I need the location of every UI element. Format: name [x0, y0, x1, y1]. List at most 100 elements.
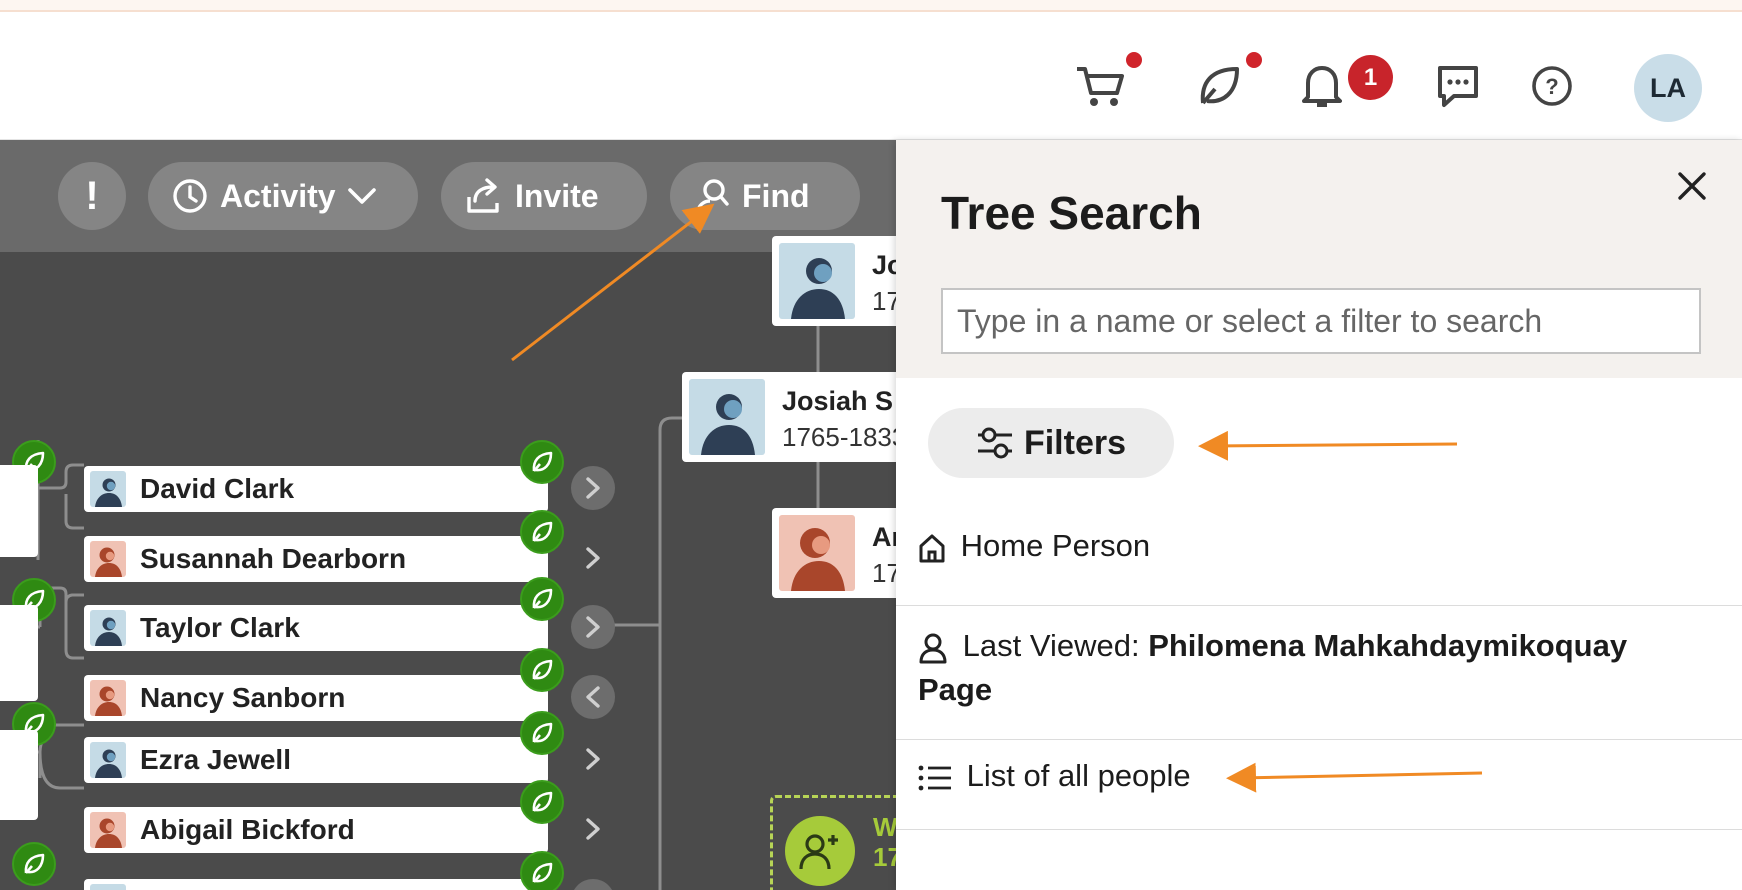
expand-chevron-right-icon[interactable] — [571, 807, 615, 851]
hint-leaf-icon[interactable] — [520, 780, 564, 824]
male-avatar-icon — [689, 379, 765, 455]
find-person-icon — [696, 179, 729, 214]
list-all-label: List of all people — [966, 758, 1191, 793]
top-banner-strip — [0, 0, 1742, 12]
expand-chevron-right-icon[interactable] — [571, 536, 615, 580]
cart-icon — [1077, 67, 1124, 106]
female-avatar-icon — [779, 515, 855, 591]
find-label: Find — [742, 177, 810, 214]
share-icon — [467, 178, 499, 213]
help-button[interactable]: ? — [1522, 56, 1582, 116]
tree-search-header: Tree Search — [896, 140, 1742, 378]
invite-button[interactable]: Invite — [441, 162, 647, 230]
cart-button[interactable] — [1070, 52, 1142, 116]
person-row[interactable]: Susannah Dearborn — [84, 536, 548, 582]
person-card-name: Jo — [872, 250, 896, 280]
person-row[interactable]: Nancy Sanborn — [84, 675, 548, 721]
person-card-female[interactable]: Ar 17 — [772, 508, 896, 598]
help-icon: ? — [1532, 66, 1572, 106]
filters-button[interactable]: Filters — [928, 408, 1174, 478]
cart-dot-indicator — [1126, 52, 1142, 68]
bell-icon — [1302, 66, 1342, 107]
person-name: Abigail Bickford — [140, 814, 355, 845]
hint-leaf-icon[interactable] — [520, 648, 564, 692]
expand-chevron-right-icon[interactable] — [571, 605, 615, 649]
invite-label: Invite — [515, 177, 599, 214]
person-name: Taylor Clark — [140, 612, 300, 643]
messages-button[interactable] — [1428, 56, 1488, 116]
activity-label: Activity — [220, 177, 336, 214]
home-person-label: Home Person — [960, 528, 1151, 563]
person-card-years: 1765-1833 — [782, 422, 896, 452]
home-person-row[interactable]: Home Person — [896, 510, 1742, 606]
close-button[interactable] — [1674, 168, 1710, 204]
collapse-chevron-left-icon[interactable] — [571, 675, 615, 719]
male-avatar-icon — [90, 742, 126, 778]
person-card-years: 17 — [872, 558, 896, 588]
expand-chevron-right-icon[interactable] — [571, 737, 615, 781]
filters-label: Filters — [1023, 423, 1127, 462]
female-avatar-icon — [90, 812, 126, 848]
notification-count-badge: 1 — [1348, 55, 1393, 100]
leaf-hint-icon — [1200, 67, 1239, 105]
hint-leaf-icon[interactable] — [520, 510, 564, 554]
hints-button[interactable] — [1190, 52, 1262, 116]
panel-title: Tree Search — [941, 187, 1202, 239]
home-icon — [919, 534, 945, 563]
chevron-down-icon — [347, 188, 376, 204]
sliders-icon — [977, 427, 1012, 459]
close-icon — [1678, 172, 1706, 200]
alert-label: ! — [85, 173, 99, 218]
family-tree-canvas[interactable]: ! Activity Invite Find Jo 17 Josiah S 17… — [0, 140, 896, 890]
user-avatar[interactable]: LA — [1634, 54, 1702, 122]
hint-leaf-icon[interactable] — [520, 851, 564, 890]
expand-chevron-right-icon[interactable] — [571, 466, 615, 510]
tree-search-panel: Tree Search Filters Home Person Last Vie… — [896, 140, 1742, 890]
person-name: Nancy Sanborn — [140, 682, 346, 713]
person-name: David S Smith — [140, 886, 328, 890]
person-card-name: Josiah S — [782, 386, 894, 416]
offscreen-person-card[interactable] — [0, 465, 38, 557]
tree-toolbar: ! Activity Invite Find — [0, 140, 896, 252]
person-row[interactable]: David S Smith — [84, 879, 548, 890]
list-all-people-row[interactable]: List of all people — [896, 740, 1742, 830]
add-person-text: W 17 — [873, 812, 896, 872]
hint-leaf-icon[interactable] — [12, 842, 56, 886]
find-button[interactable]: Find — [670, 162, 860, 230]
message-icon — [1438, 66, 1478, 107]
male-avatar-icon — [779, 243, 855, 319]
list-icon — [918, 765, 951, 791]
notifications-button[interactable] — [1292, 56, 1352, 116]
add-person-card[interactable]: W 17 — [770, 795, 896, 890]
person-name: Ezra Jewell — [140, 744, 291, 775]
last-viewed-row[interactable]: Last Viewed: Philomena Mahkahdaymikoquay… — [896, 606, 1742, 740]
person-name: David Clark — [140, 473, 295, 504]
svg-text:?: ? — [1545, 74, 1558, 99]
male-avatar-icon — [90, 610, 126, 646]
hint-leaf-icon[interactable] — [520, 577, 564, 621]
person-row[interactable]: David Clark — [84, 466, 548, 512]
person-card-top[interactable]: Jo 17 — [772, 236, 896, 326]
person-row[interactable]: Taylor Clark — [84, 605, 548, 651]
female-avatar-icon — [90, 541, 126, 577]
last-viewed-name-cont: Page — [918, 672, 993, 707]
person-row[interactable]: Abigail Bickford — [84, 807, 548, 853]
hint-leaf-icon[interactable] — [520, 440, 564, 484]
hint-leaf-icon[interactable] — [520, 711, 564, 755]
last-viewed-name: Philomena Mahkahdaymikoquay — [1148, 628, 1628, 663]
clock-icon — [173, 179, 207, 213]
last-viewed-prefix: Last Viewed: — [962, 628, 1140, 663]
female-avatar-icon — [90, 680, 126, 716]
person-icon — [919, 633, 947, 664]
person-name: Susannah Dearborn — [140, 543, 407, 574]
tree-search-input[interactable] — [941, 288, 1701, 354]
alert-button[interactable]: ! — [58, 162, 126, 230]
activity-button[interactable]: Activity — [148, 162, 418, 230]
male-avatar-icon — [90, 471, 126, 507]
person-row[interactable]: Ezra Jewell — [84, 737, 548, 783]
hints-dot-indicator — [1246, 52, 1262, 68]
offscreen-person-card[interactable] — [0, 605, 38, 701]
male-avatar-icon — [90, 884, 126, 890]
offscreen-person-card[interactable] — [0, 730, 38, 820]
person-card-josiah[interactable]: Josiah S 1765-1833 — [682, 372, 896, 462]
